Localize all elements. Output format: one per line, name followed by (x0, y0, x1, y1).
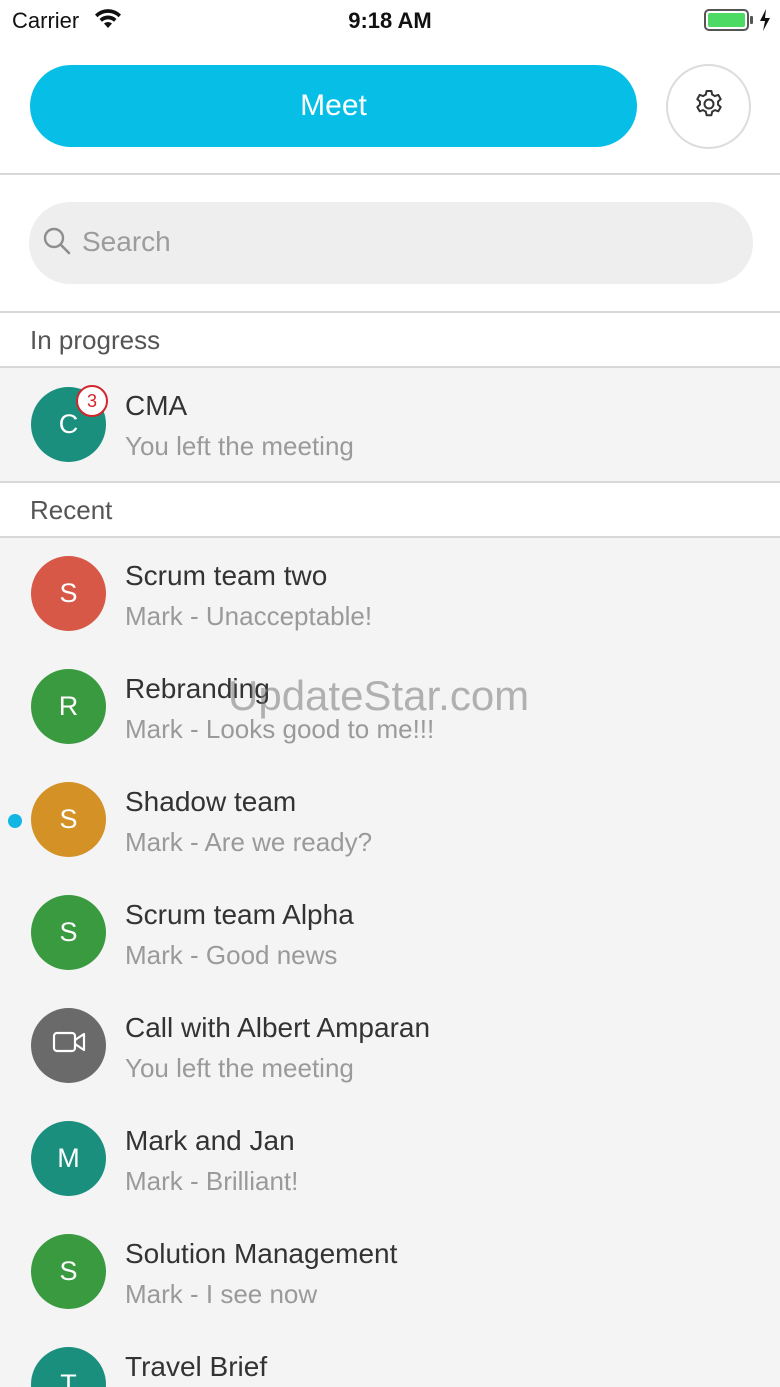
avatar-initial: S (59, 917, 78, 947)
list-item-subtitle: Mark - Are we ready? (125, 827, 373, 857)
list-item[interactable]: S Solution Management Mark - I see now (0, 1216, 780, 1329)
list-item-cma[interactable]: C 3 CMA You left the meeting (0, 368, 780, 483)
avatar-initial: C (58, 409, 79, 439)
list-item-subtitle: Mark - Looks good to me!!! (125, 714, 435, 744)
avatar-initial: M (57, 1143, 80, 1173)
status-bar: Carrier 9:18 AM (0, 0, 780, 44)
unread-count-badge: 3 (76, 385, 108, 417)
list-item-title: Travel Brief (125, 1351, 268, 1382)
list-item-title: Solution Management (125, 1238, 398, 1269)
avatar: T (31, 1347, 106, 1387)
list-item-subtitle: Mark - Brilliant! (125, 1166, 299, 1196)
unread-indicator (8, 814, 22, 828)
list-item-title: Scrum team two (125, 560, 328, 591)
gear-icon (693, 88, 725, 125)
list-item-title: Mark and Jan (125, 1125, 295, 1156)
list-item-subtitle: Mark - Unacceptable! (125, 601, 373, 631)
avatar-initial: S (59, 578, 78, 608)
list-item-subtitle: Mark - I see now (125, 1279, 318, 1309)
list-item-subtitle: You left the meeting (125, 431, 354, 461)
section-title: In progress (30, 325, 161, 355)
section-header-in-progress: In progress (0, 313, 780, 368)
list-item-title: Call with Albert Amparan (125, 1012, 431, 1043)
settings-button[interactable] (666, 64, 751, 149)
avatar-initial: S (59, 804, 78, 834)
avatar: M (31, 1121, 106, 1196)
avatar-initial: R (58, 691, 79, 721)
video-camera-icon (52, 1030, 86, 1061)
search-area (0, 175, 780, 313)
list-item[interactable]: Call with Albert Amparan You left the me… (0, 990, 780, 1103)
avatar: S (31, 556, 106, 631)
battery-icon (704, 8, 754, 37)
avatar: S (31, 782, 106, 857)
list-item-title: CMA (125, 390, 188, 421)
list-item[interactable]: S Scrum team two Mark - Unacceptable! (0, 538, 780, 651)
list-item-subtitle: You left the meeting (125, 1053, 354, 1083)
search-icon (42, 226, 72, 261)
meet-button[interactable]: Meet (30, 65, 637, 147)
avatar-initial: T (60, 1369, 77, 1387)
clock: 9:18 AM (348, 8, 432, 33)
header: Meet (0, 44, 780, 175)
list-item[interactable]: M Mark and Jan Mark - Brilliant! (0, 1103, 780, 1216)
avatar-initial: S (59, 1256, 78, 1286)
section-title: Recent (30, 495, 113, 525)
list-item[interactable]: S Shadow team Mark - Are we ready? (0, 764, 780, 877)
avatar: S (31, 895, 106, 970)
avatar: S (31, 1234, 106, 1309)
list-item[interactable]: T Travel Brief (0, 1329, 780, 1387)
list-item[interactable]: R Rebranding Mark - Looks good to me!!! (0, 651, 780, 764)
avatar: R (31, 669, 106, 744)
list-item-title: Shadow team (125, 786, 297, 817)
avatar (31, 1008, 106, 1083)
section-header-recent: Recent (0, 483, 780, 538)
list-item-title: Scrum team Alpha (125, 899, 354, 930)
list-item-title: Rebranding (125, 673, 270, 704)
list-item[interactable]: S Scrum team Alpha Mark - Good news (0, 877, 780, 990)
search-input[interactable] (82, 215, 722, 269)
list-item-subtitle: Mark - Good news (125, 940, 338, 970)
charging-bolt-icon (758, 8, 772, 37)
